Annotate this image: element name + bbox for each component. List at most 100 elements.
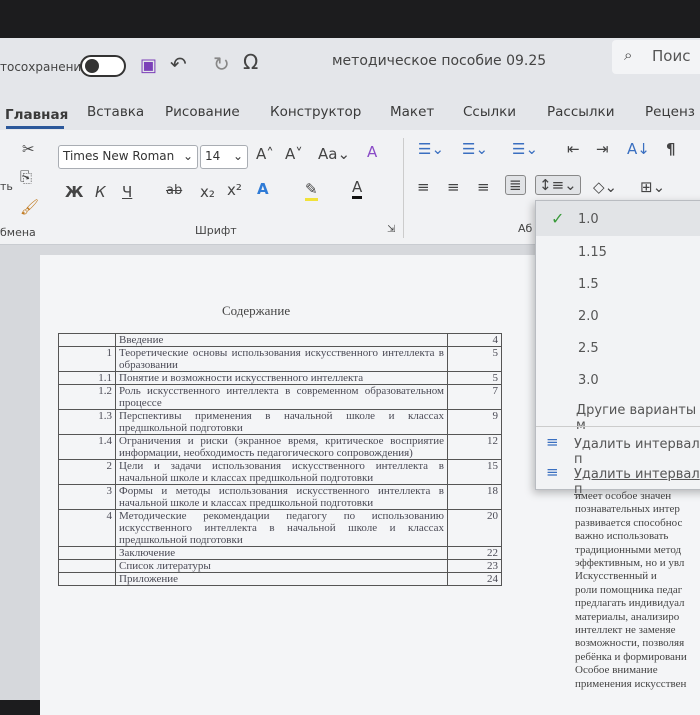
tab-insert[interactable]: Вставка bbox=[87, 104, 144, 120]
align-center-icon[interactable]: ≡ bbox=[447, 178, 460, 196]
align-left-icon[interactable]: ≡ bbox=[417, 178, 430, 196]
cut-icon[interactable]: ✂ bbox=[22, 140, 35, 158]
decrease-indent-icon[interactable]: ⇤ bbox=[567, 140, 580, 158]
font-name-select[interactable]: Times New Roman ⌄ bbox=[58, 145, 198, 169]
font-color-icon[interactable]: A bbox=[352, 178, 363, 199]
multilevel-list-icon[interactable]: ☰⌄ bbox=[512, 140, 538, 158]
highlight-icon[interactable]: ✎ bbox=[305, 180, 318, 201]
remove-space-after[interactable]: Удалить интервал п bbox=[574, 467, 700, 497]
toc-number bbox=[58, 546, 116, 560]
spacing-option-1-15[interactable]: 1.15 bbox=[578, 245, 607, 260]
toc-title: Методические рекомендации педагогу по ис… bbox=[115, 509, 448, 547]
shading-icon[interactable]: ◇⌄ bbox=[593, 178, 617, 196]
more-spacing-options[interactable]: Другие варианты м bbox=[576, 403, 700, 433]
body-line: традиционными метод bbox=[575, 543, 682, 556]
body-line: интеллект не заменяе bbox=[575, 624, 676, 637]
bold-button[interactable]: Ж bbox=[65, 183, 83, 201]
body-line: материалы, анализиро bbox=[575, 610, 680, 623]
tab-home[interactable]: Главная bbox=[5, 107, 68, 123]
body-line: Искусственный и bbox=[575, 570, 657, 583]
body-line: важно использовать bbox=[575, 530, 669, 543]
body-text: имеет особое значен познавательных интер р… bbox=[575, 490, 700, 691]
borders-icon[interactable]: ⊞⌄ bbox=[640, 178, 665, 196]
search-icon: ⌕ bbox=[624, 46, 633, 64]
toc-row: 1.2 Роль искусственного интеллекта в совр… bbox=[58, 384, 502, 410]
change-case-button[interactable]: Aa⌄ bbox=[318, 145, 350, 163]
body-line: ребёнка и формировани bbox=[575, 650, 687, 663]
tab-design[interactable]: Конструктор bbox=[270, 104, 361, 120]
toc-row: Список литературы 23 bbox=[58, 559, 502, 573]
pilcrow-icon[interactable]: ¶ bbox=[666, 140, 676, 158]
subscript-icon[interactable]: x₂ bbox=[200, 183, 215, 201]
numbering-icon[interactable]: ☰⌄ bbox=[462, 140, 488, 158]
body-line: предлагать индивидуал bbox=[575, 597, 685, 610]
menu-divider bbox=[536, 426, 700, 427]
undo-icon[interactable]: ↶ bbox=[170, 52, 187, 76]
body-line: роли помощника педаг bbox=[575, 583, 683, 596]
spacing-option-2-0[interactable]: 2.0 bbox=[578, 309, 599, 324]
tab-review[interactable]: Реценз bbox=[645, 104, 695, 120]
superscript-icon[interactable]: x² bbox=[227, 181, 242, 199]
sort-icon[interactable]: A↓ bbox=[627, 140, 650, 158]
font-group-label: Шрифт bbox=[195, 224, 237, 237]
justify-icon[interactable]: ≣ bbox=[505, 175, 526, 195]
line-spacing-button[interactable]: ↕≡⌄ bbox=[535, 175, 581, 195]
change-case-label: Aa bbox=[318, 145, 338, 163]
font-size-value: 14 bbox=[205, 149, 221, 163]
toc-row: 1.4 Ограничения и риски (экранное время, … bbox=[58, 434, 502, 460]
document-title[interactable]: методическое пособие 09.25 bbox=[332, 53, 546, 69]
body-line: познавательных интер bbox=[575, 503, 680, 516]
align-right-icon[interactable]: ≡ bbox=[477, 178, 490, 196]
toc-row: 2 Цели и задачи использования искусственн… bbox=[58, 459, 502, 485]
redo-icon[interactable]: ↻ bbox=[213, 52, 230, 76]
spacing-option-1-5[interactable]: 1.5 bbox=[578, 277, 599, 292]
spacing-option-1-0[interactable]: 1.0 bbox=[578, 212, 599, 227]
shrink-font-icon[interactable]: A˅ bbox=[285, 145, 303, 163]
tab-draw[interactable]: Рисование bbox=[165, 104, 240, 120]
tab-layout[interactable]: Макет bbox=[390, 104, 434, 120]
bullets-icon[interactable]: ☰⌄ bbox=[418, 140, 444, 158]
toc-title: Список литературы bbox=[115, 559, 448, 573]
toc-number: 2 bbox=[58, 459, 116, 485]
line-spacing-menu: ✓ 1.0 1.15 1.5 2.0 2.5 3.0 Другие вариан… bbox=[535, 200, 700, 497]
format-painter-icon[interactable]: 🖌 bbox=[20, 198, 39, 216]
toc-page: 7 bbox=[447, 384, 502, 410]
remove-space-before-icon: ≡ bbox=[546, 433, 559, 451]
remove-space-after-icon: ≡ bbox=[546, 463, 559, 481]
toc-number: 1.2 bbox=[58, 384, 116, 410]
tab-mailings[interactable]: Рассылки bbox=[547, 104, 614, 120]
toc-title: Заключение bbox=[115, 546, 448, 560]
tab-references[interactable]: Ссылки bbox=[463, 104, 516, 120]
body-line: возможности, позволяя bbox=[575, 637, 685, 650]
autosave-toggle[interactable] bbox=[80, 55, 126, 77]
toc-page: 4 bbox=[447, 333, 502, 347]
italic-button[interactable]: К bbox=[95, 183, 106, 201]
strikethrough-button[interactable]: ab bbox=[166, 183, 182, 198]
spacing-option-3-0[interactable]: 3.0 bbox=[578, 373, 599, 388]
symbol-omega-icon[interactable]: Ω bbox=[243, 50, 258, 74]
toc-number: 1.4 bbox=[58, 434, 116, 460]
spacing-option-2-5[interactable]: 2.5 bbox=[578, 341, 599, 356]
toc-page: 18 bbox=[447, 484, 502, 510]
search-box[interactable]: ⌕ Поис bbox=[612, 40, 700, 74]
font-dialog-launcher-icon[interactable]: ⇲ bbox=[387, 224, 395, 235]
font-size-select[interactable]: 14 ⌄ bbox=[200, 145, 248, 169]
toc-row: 4 Методические рекомендации педагогу по и… bbox=[58, 509, 502, 547]
toc-row: 1 Теоретические основы использования иску… bbox=[58, 346, 502, 372]
toc-number bbox=[58, 559, 116, 573]
toc-page: 5 bbox=[447, 371, 502, 385]
body-line: применения искусствен bbox=[575, 677, 687, 690]
save-icon[interactable]: ▣ bbox=[140, 55, 157, 76]
clear-formatting-icon[interactable]: A bbox=[367, 143, 377, 161]
paste-label[interactable]: ть bbox=[0, 180, 13, 193]
toc-row: 1.1 Понятие и возможности искусственного … bbox=[58, 371, 502, 385]
underline-button[interactable]: Ч bbox=[122, 183, 132, 201]
copy-icon[interactable]: ⎘ bbox=[20, 168, 32, 186]
remove-space-before[interactable]: Удалить интервал п bbox=[574, 437, 700, 467]
grow-font-icon[interactable]: A˄ bbox=[256, 145, 274, 163]
toc-number: 3 bbox=[58, 484, 116, 510]
increase-indent-icon[interactable]: ⇥ bbox=[596, 140, 609, 158]
clipboard-group-label: бмена bbox=[0, 226, 36, 239]
toc-number: 1 bbox=[58, 346, 116, 372]
text-effects-icon[interactable]: A bbox=[257, 180, 269, 198]
